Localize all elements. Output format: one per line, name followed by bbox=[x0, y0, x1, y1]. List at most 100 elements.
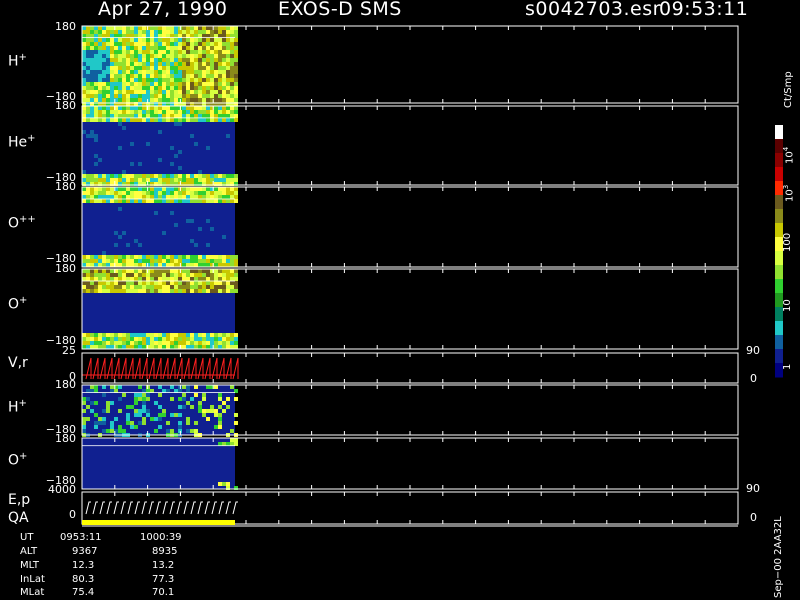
spectrogram-cell bbox=[158, 94, 162, 98]
spectrogram-cell bbox=[126, 30, 130, 34]
spectrogram-cell bbox=[186, 54, 190, 58]
spectrogram-cell bbox=[106, 345, 110, 349]
spectrogram-cell bbox=[158, 413, 162, 417]
spectrogram-cell bbox=[110, 38, 114, 42]
spectrogram-cell bbox=[214, 178, 218, 182]
spectrogram-cell bbox=[102, 94, 106, 98]
spectrogram-cell bbox=[114, 42, 118, 46]
spectrogram-cell bbox=[190, 38, 194, 42]
spectrogram-cell bbox=[162, 341, 166, 345]
spectrogram-cell bbox=[178, 191, 182, 195]
spectrogram-cell bbox=[106, 341, 110, 345]
spectrogram-cell bbox=[162, 259, 166, 263]
spectrogram-cell bbox=[234, 46, 238, 50]
spectrogram-cell bbox=[158, 98, 162, 102]
spectrogram-cell bbox=[162, 90, 166, 94]
spectrogram-cell bbox=[210, 199, 214, 203]
spectrogram-cell bbox=[178, 199, 182, 203]
spectrogram-cell bbox=[98, 255, 102, 259]
spectrogram-cell bbox=[194, 94, 198, 98]
spectrogram-cell bbox=[178, 70, 182, 74]
spectrogram-cell bbox=[102, 58, 106, 62]
spectrogram-cell bbox=[170, 42, 174, 46]
spectrogram-cell bbox=[166, 333, 170, 337]
spectrogram-cell bbox=[134, 70, 138, 74]
spectrogram-cell bbox=[138, 263, 142, 267]
spectrogram-cell bbox=[234, 195, 238, 199]
spectrogram-cell bbox=[142, 277, 146, 281]
spectrogram-cell bbox=[118, 98, 122, 102]
spectrogram-cell bbox=[190, 86, 194, 90]
spectrogram-cell bbox=[98, 42, 102, 46]
spectrogram-cell bbox=[118, 90, 122, 94]
spectrogram-cell bbox=[218, 90, 222, 94]
spectrogram-cell bbox=[86, 82, 90, 86]
tick-vr-right-bottom: 0 bbox=[750, 372, 757, 385]
spectrogram-cell bbox=[98, 78, 102, 82]
spectrogram-cell bbox=[182, 54, 186, 58]
panel-label-o-plus: O+ bbox=[8, 295, 28, 313]
spectrogram-cell bbox=[214, 187, 218, 191]
spectrogram-cell bbox=[202, 263, 206, 267]
spectrogram-cell bbox=[146, 255, 150, 259]
panel-label-h-plus: H+ bbox=[8, 52, 27, 70]
spectrogram-cell bbox=[138, 281, 142, 285]
spectrogram-cell bbox=[106, 191, 110, 195]
spectrogram-cell bbox=[110, 58, 114, 62]
spectrogram-cell bbox=[138, 30, 142, 34]
spectrogram-cell bbox=[206, 199, 210, 203]
spectrogram-cell bbox=[170, 78, 174, 82]
spectrogram-cell bbox=[162, 174, 166, 178]
spectrogram-cell bbox=[210, 94, 214, 98]
spectrogram-cell bbox=[226, 62, 230, 66]
spectrogram-cell bbox=[182, 106, 186, 110]
spectrogram-cell bbox=[190, 345, 194, 349]
spectrogram-cell bbox=[174, 174, 178, 178]
spectrogram-cell bbox=[182, 90, 186, 94]
spectrogram-cell bbox=[154, 46, 158, 50]
spectrogram-cell bbox=[154, 259, 158, 263]
spectrogram-cell bbox=[158, 337, 162, 341]
spectrogram-cell bbox=[90, 385, 94, 389]
spectrogram-cell bbox=[138, 38, 142, 42]
spectrogram-cell bbox=[202, 58, 206, 62]
spectrogram-cell bbox=[218, 255, 222, 259]
spectrogram-cell bbox=[198, 277, 202, 281]
spectrogram-cell bbox=[158, 54, 162, 58]
spectrogram-cell bbox=[134, 30, 138, 34]
spectrogram-cell bbox=[218, 26, 222, 30]
colorbar-segment bbox=[775, 265, 783, 280]
spectrogram-cell bbox=[130, 337, 134, 341]
spectrogram-cell bbox=[82, 191, 86, 195]
spectrogram-cell bbox=[134, 341, 138, 345]
spectrogram-cell bbox=[226, 86, 230, 90]
spectrogram-cell bbox=[82, 429, 86, 433]
spectrogram-cell bbox=[94, 178, 98, 182]
spectrogram-cell bbox=[166, 90, 170, 94]
spectrogram-cell bbox=[134, 425, 138, 429]
spectrogram-cell bbox=[162, 62, 166, 66]
spectrogram-cell bbox=[190, 134, 194, 138]
spectrogram-cell bbox=[202, 82, 206, 86]
spectrogram-cell bbox=[154, 110, 158, 114]
spectrogram-cell bbox=[106, 54, 110, 58]
spectrogram-cell bbox=[226, 98, 230, 102]
spectrogram-cell bbox=[126, 259, 130, 263]
spectrogram-cell bbox=[218, 393, 222, 397]
spectrogram-cell bbox=[142, 110, 146, 114]
spectrogram-cell bbox=[82, 78, 86, 82]
spectrogram-cell bbox=[182, 195, 186, 199]
spectrogram-cell bbox=[106, 30, 110, 34]
spectrogram-cell bbox=[110, 187, 114, 191]
spectrogram-cell bbox=[186, 255, 190, 259]
spectrogram-cell bbox=[130, 405, 134, 409]
spectrogram-cell bbox=[118, 38, 122, 42]
spectrogram-cell bbox=[166, 277, 170, 281]
spectrogram-cell bbox=[202, 90, 206, 94]
spectrogram-cell bbox=[234, 90, 238, 94]
spectrogram-cell bbox=[114, 289, 118, 293]
spectrogram-cell bbox=[218, 174, 222, 178]
spectrogram-cell bbox=[138, 289, 142, 293]
spectrogram-cell bbox=[214, 46, 218, 50]
spectrogram-cell bbox=[122, 98, 126, 102]
